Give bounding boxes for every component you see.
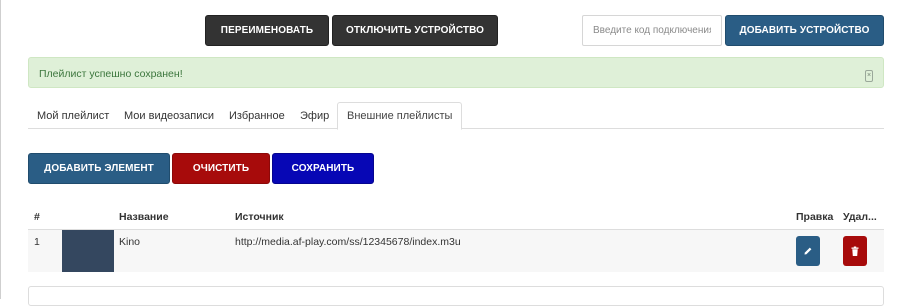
tab-my-videos[interactable]: Мои видеозаписи — [115, 102, 223, 129]
success-alert: Плейлист успешно сохранен! × — [28, 57, 884, 88]
connection-code-input[interactable] — [582, 15, 722, 46]
trash-icon — [851, 246, 859, 256]
row-source-url: http://media.af-play.com/ss/12345678/ind… — [235, 236, 461, 248]
tab-my-playlist[interactable]: Мой плейлист — [28, 102, 118, 129]
column-header-name: Название — [119, 211, 169, 223]
delete-row-button[interactable] — [843, 236, 867, 266]
clear-button[interactable]: Очистить — [172, 153, 270, 184]
edit-row-button[interactable] — [796, 236, 820, 266]
playlist-tabs: Мой плейлист Мои видеозаписи Избранное Э… — [28, 102, 884, 130]
tab-external-playlists[interactable]: Внешние плейлисты — [337, 102, 463, 130]
save-button[interactable]: Сохранить — [272, 153, 374, 184]
tab-favorites[interactable]: Избранное — [220, 102, 294, 129]
column-header-edit: Правка — [796, 211, 834, 223]
row-number: 1 — [34, 236, 40, 248]
add-element-button[interactable]: Добавить элемент — [28, 153, 170, 184]
tab-live[interactable]: Эфир — [291, 102, 338, 129]
column-header-source: Источник — [235, 211, 284, 223]
column-header-number: # — [34, 211, 40, 223]
rename-button[interactable]: Переименовать — [205, 15, 329, 46]
close-icon[interactable]: × — [865, 70, 873, 82]
add-device-button[interactable]: Добавить устройство — [725, 15, 884, 46]
pencil-icon — [804, 247, 812, 255]
column-header-delete: Удал... — [843, 211, 877, 223]
disconnect-device-button[interactable]: Отключить устройство — [332, 15, 498, 46]
playlist-thumbnail — [62, 230, 114, 272]
row-name: Kino — [119, 236, 141, 248]
bottom-panel — [28, 286, 884, 306]
page-left-border — [0, 0, 1, 299]
alert-message: Плейлист успешно сохранен! — [39, 68, 183, 80]
